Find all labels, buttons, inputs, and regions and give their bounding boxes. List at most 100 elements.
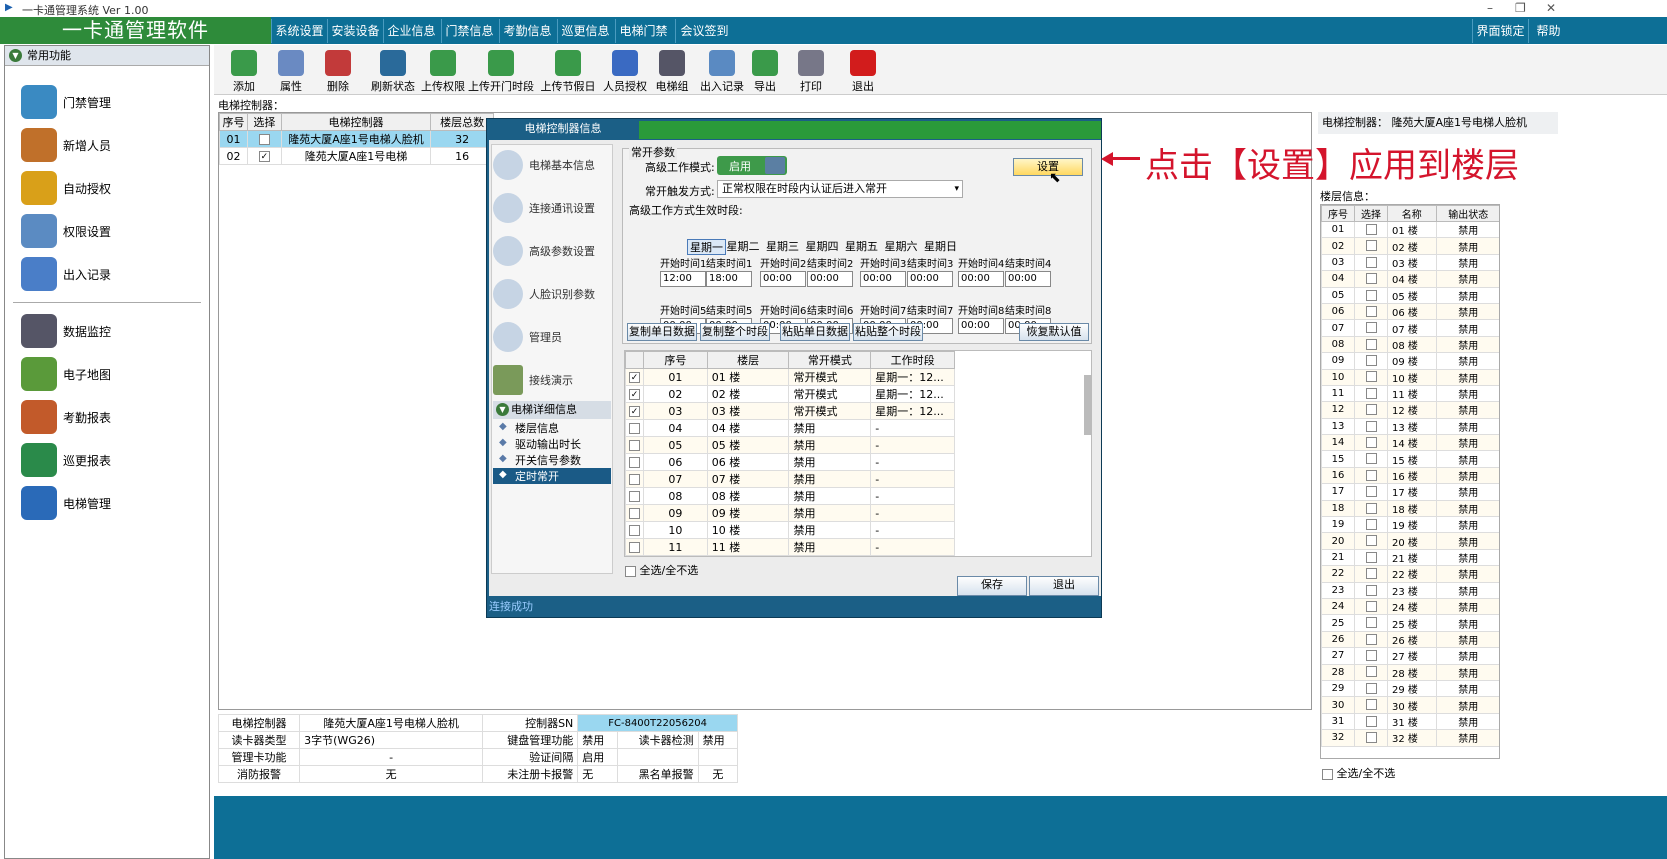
rp-row[interactable]: 02 02 楼禁用 (1321, 237, 1499, 255)
rp-select[interactable] (1354, 597, 1388, 616)
time-input[interactable]: 18:00 (706, 271, 752, 287)
select-checkbox[interactable]: ✓ (258, 151, 270, 162)
toolbar-button[interactable]: 刷新状态 (368, 50, 418, 94)
toolbar-button[interactable]: 打印 (796, 50, 826, 94)
floor-select[interactable] (625, 487, 644, 505)
rp-checkbox[interactable] (1365, 732, 1377, 744)
col-floor-no[interactable]: 序号 (642, 351, 708, 369)
rp-select[interactable] (1354, 352, 1388, 370)
rp-select[interactable] (1354, 319, 1388, 337)
dialog-nav-item[interactable]: 连接通讯设置 (493, 189, 611, 227)
rp-select[interactable] (1354, 679, 1388, 698)
rp-row[interactable]: 10 10 楼禁用 (1321, 368, 1499, 386)
floor-checkbox[interactable] (628, 491, 640, 502)
rp-checkbox[interactable] (1365, 633, 1377, 645)
rp-row[interactable]: 14 14 楼禁用 (1321, 434, 1499, 452)
floor-row[interactable]: 04 04 楼禁用 - (625, 419, 955, 437)
rp-row[interactable]: 07 07 楼禁用 (1321, 319, 1499, 337)
floor-checkbox[interactable]: ✓ (628, 372, 640, 383)
menu-item-lock[interactable]: 界面锁定 (1472, 19, 1528, 43)
floor-select[interactable] (625, 453, 644, 471)
rp-checkbox[interactable] (1365, 437, 1377, 449)
rp-checkbox[interactable] (1365, 682, 1377, 694)
rp-row[interactable]: 32 32 楼禁用 (1321, 729, 1499, 747)
rp-checkbox[interactable] (1365, 699, 1377, 711)
day-tab[interactable]: 星期四 (806, 239, 839, 255)
exit-button[interactable]: 退出 (1029, 576, 1099, 596)
rp-checkbox[interactable] (1365, 256, 1377, 268)
toolbar-button[interactable]: 导出 (750, 50, 780, 94)
rp-checkbox[interactable] (1365, 584, 1377, 596)
rp-select[interactable] (1354, 417, 1388, 436)
rp-row[interactable]: 30 30 楼禁用 (1321, 696, 1499, 714)
rp-col-no[interactable]: 序号 (1321, 205, 1355, 222)
table-row[interactable]: 02 ✓ 隆苑大厦A座1号电梯 16 (219, 147, 494, 165)
dialog-action-button[interactable]: 恢复默认值 (1019, 323, 1089, 341)
day-tab[interactable]: 星期五 (845, 239, 878, 255)
rp-checkbox[interactable] (1365, 650, 1377, 662)
rp-row[interactable]: 23 23 楼禁用 (1321, 581, 1499, 599)
rp-row[interactable]: 27 27 楼禁用 (1321, 647, 1499, 665)
col-period[interactable]: 工作时段 (870, 351, 955, 369)
toolbar-button[interactable]: 人员授权 (601, 50, 649, 94)
rp-select[interactable] (1354, 516, 1388, 534)
rp-checkbox[interactable] (1365, 305, 1377, 317)
floor-row[interactable]: 07 07 楼禁用 - (625, 470, 955, 488)
rp-select[interactable] (1354, 253, 1388, 272)
rp-select-all[interactable]: 全选/全不选 (1322, 765, 1395, 781)
dialog-action-button[interactable]: 粘贴整个时段 (853, 323, 923, 341)
rp-checkbox[interactable] (1365, 666, 1377, 678)
rp-checkbox[interactable] (1365, 273, 1377, 285)
day-tab[interactable]: 星期三 (766, 239, 799, 255)
rp-row[interactable]: 08 08 楼禁用 (1321, 335, 1499, 354)
rp-row[interactable]: 24 24 楼禁用 (1321, 597, 1499, 616)
time-input[interactable]: 00:00 (958, 318, 1004, 334)
rp-checkbox[interactable] (1365, 715, 1377, 727)
floor-row[interactable]: ✓ 02 02 楼常开模式 星期一：12... (625, 385, 955, 403)
menu-item[interactable]: 企业信息 (383, 19, 439, 43)
rp-row[interactable]: 15 15 楼禁用 (1321, 450, 1499, 468)
scrollbar[interactable] (1084, 375, 1091, 435)
rp-row[interactable]: 05 05 楼禁用 (1321, 286, 1499, 304)
rp-select[interactable] (1354, 663, 1388, 681)
select-checkbox[interactable] (258, 134, 270, 145)
floor-select[interactable]: ✓ (625, 385, 644, 403)
toolbar-button[interactable]: 添加 (224, 50, 264, 94)
toolbar-button[interactable]: 出入记录 (697, 50, 747, 94)
sub-nav-item[interactable]: ◆ 驱动输出时长 (493, 436, 611, 452)
rp-row[interactable]: 28 28 楼禁用 (1321, 663, 1499, 681)
col-floor[interactable]: 楼层 (706, 351, 790, 369)
time-input[interactable]: 00:00 (807, 271, 853, 287)
menu-item[interactable]: 考勤信息 (499, 19, 555, 43)
rp-select[interactable] (1354, 548, 1388, 567)
menu-item-help[interactable]: 帮助 (1528, 19, 1568, 43)
rp-select[interactable] (1354, 532, 1388, 550)
rp-row[interactable]: 12 12 楼禁用 (1321, 401, 1499, 419)
time-input[interactable]: 00:00 (907, 271, 953, 287)
rp-checkbox[interactable] (1365, 600, 1377, 612)
rp-checkbox[interactable] (1365, 420, 1377, 432)
floor-checkbox[interactable] (628, 457, 640, 468)
dialog-action-button[interactable]: 粘贴单日数据 (780, 323, 850, 341)
trigger-select[interactable]: 正常权限在时段内认证后进入常开 ▾ (717, 180, 963, 198)
detail-header[interactable]: ▼ 电梯详细信息 (493, 401, 611, 419)
floor-select[interactable]: ✓ (625, 368, 644, 386)
floor-row[interactable]: 05 05 楼禁用 - (625, 436, 955, 454)
menu-item[interactable]: 门禁信息 (441, 19, 497, 43)
floor-row[interactable]: 09 09 楼禁用 - (625, 504, 955, 522)
sub-nav-item[interactable]: ◆ 定时常开 (493, 468, 611, 484)
rp-checkbox[interactable] (1365, 322, 1377, 334)
floor-row[interactable]: 11 11 楼禁用 - (625, 538, 955, 556)
left-nav-item[interactable]: 权限设置 (21, 211, 111, 251)
rp-row[interactable]: 20 20 楼禁用 (1321, 532, 1499, 550)
floor-select[interactable] (625, 521, 644, 539)
floor-row[interactable]: 06 06 楼禁用 - (625, 453, 955, 471)
rp-select[interactable] (1354, 237, 1388, 255)
rp-select[interactable] (1354, 581, 1388, 599)
rp-select[interactable] (1354, 466, 1388, 485)
rp-row[interactable]: 11 11 楼禁用 (1321, 384, 1499, 403)
col-no[interactable]: 序号 (219, 113, 248, 131)
floor-row[interactable]: 08 08 楼禁用 - (625, 487, 955, 505)
rp-checkbox[interactable] (1365, 551, 1377, 563)
rp-row[interactable]: 04 04 楼禁用 (1321, 270, 1499, 288)
